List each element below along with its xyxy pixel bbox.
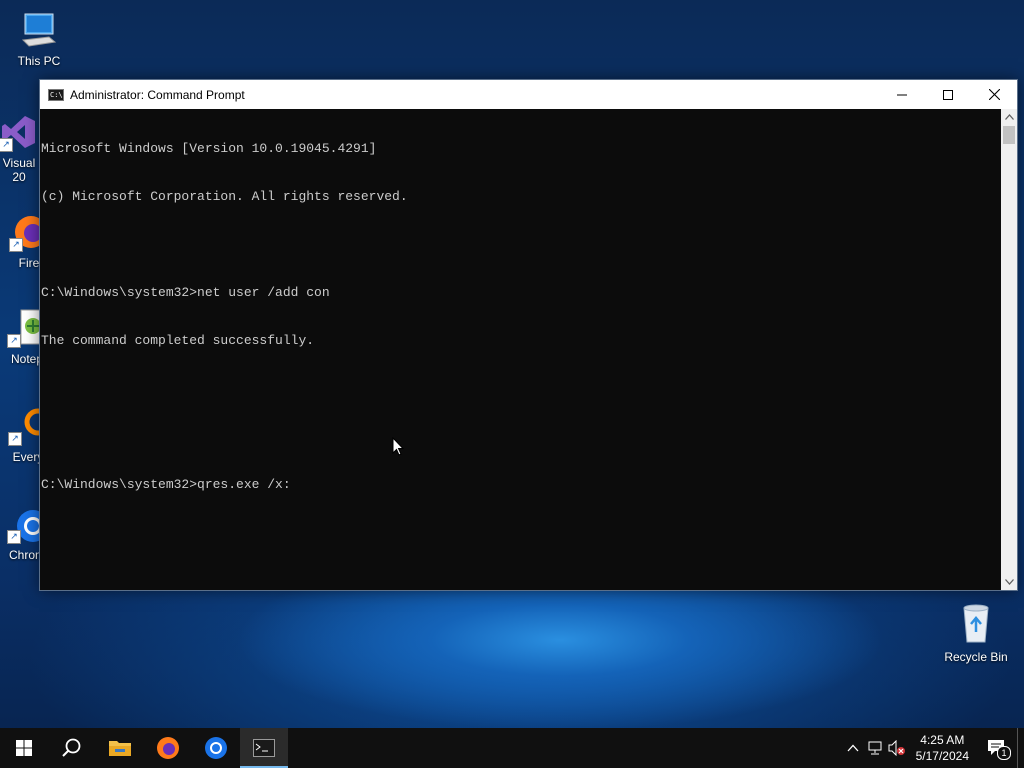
cmd-icon: C:\	[48, 88, 64, 101]
chevron-down-icon	[1004, 579, 1014, 585]
search-icon	[62, 738, 81, 757]
maximize-icon	[943, 89, 953, 100]
visual-studio-icon: ↗	[0, 112, 39, 152]
volume-muted-icon	[888, 740, 905, 756]
volume-button[interactable]	[886, 728, 908, 768]
window-title: Administrator: Command Prompt	[70, 87, 245, 102]
vertical-scrollbar[interactable]	[1001, 109, 1017, 590]
taskbar-command-prompt[interactable]	[240, 728, 288, 768]
network-button[interactable]	[864, 728, 886, 768]
desktop-icon-label: This PC	[17, 54, 61, 68]
command-prompt-window[interactable]: C:\ Administrator: Command Prompt Micros…	[39, 79, 1018, 591]
taskbar: 4:25 AM 5/17/2024 1	[0, 728, 1024, 768]
chevron-up-icon	[1004, 114, 1014, 120]
chrome-icon	[205, 737, 227, 759]
taskbar-firefox[interactable]	[144, 728, 192, 768]
clock-date: 5/17/2024	[915, 749, 969, 763]
taskbar-chrome[interactable]	[192, 728, 240, 768]
desktop-icon-recycle-bin[interactable]: Recycle Bin	[940, 600, 1012, 664]
clock-time: 4:25 AM	[920, 733, 965, 747]
start-button[interactable]	[0, 728, 48, 768]
shortcut-arrow-icon: ↗	[8, 432, 22, 446]
scrollbar-thumb[interactable]	[1003, 126, 1015, 144]
shortcut-arrow-icon: ↗	[7, 530, 21, 544]
taskbar-file-explorer[interactable]	[96, 728, 144, 768]
show-desktop-button[interactable]	[1017, 728, 1024, 768]
console-input-line: C:\Windows\system32>qres.exe /x:	[41, 477, 291, 492]
system-tray: 4:25 AM 5/17/2024 1	[842, 728, 1024, 768]
cmd-icon	[253, 739, 275, 757]
shortcut-arrow-icon: ↗	[0, 138, 13, 152]
mouse-cursor-icon	[392, 436, 405, 461]
shortcut-arrow-icon: ↗	[9, 238, 23, 252]
shortcut-arrow-icon: ↗	[7, 334, 21, 348]
firefox-icon	[157, 737, 179, 759]
window-titlebar[interactable]: C:\ Administrator: Command Prompt	[40, 80, 1017, 109]
minimize-button[interactable]	[879, 80, 925, 109]
computer-icon	[19, 10, 59, 50]
notification-count-badge: 1	[997, 746, 1011, 760]
recycle-bin-icon	[954, 600, 998, 644]
scroll-down-button[interactable]	[1001, 574, 1017, 590]
recycle-bin-label: Recycle Bin	[944, 650, 1008, 664]
show-hidden-icons-button[interactable]	[842, 728, 864, 768]
console-line: (c) Microsoft Corporation. All rights re…	[41, 189, 408, 204]
console-line: The command completed successfully.	[41, 333, 315, 348]
chevron-up-icon	[847, 744, 859, 752]
windows-logo-icon	[16, 740, 32, 756]
folder-icon	[109, 741, 131, 756]
search-button[interactable]	[48, 728, 96, 768]
desktop-icon-this-pc[interactable]: This PC	[2, 10, 76, 68]
maximize-button[interactable]	[925, 80, 971, 109]
console-line: Microsoft Windows [Version 10.0.19045.42…	[41, 141, 377, 156]
clock[interactable]: 4:25 AM 5/17/2024	[908, 732, 977, 764]
console-line: C:\Windows\system32>net user /add con	[41, 285, 330, 300]
network-icon	[868, 741, 882, 755]
minimize-icon	[897, 94, 907, 95]
scroll-up-button[interactable]	[1001, 109, 1017, 125]
action-center-button[interactable]: 1	[977, 728, 1017, 768]
close-button[interactable]	[971, 80, 1017, 109]
console-output[interactable]: Microsoft Windows [Version 10.0.19045.42…	[40, 109, 1001, 590]
close-icon	[988, 89, 1000, 100]
